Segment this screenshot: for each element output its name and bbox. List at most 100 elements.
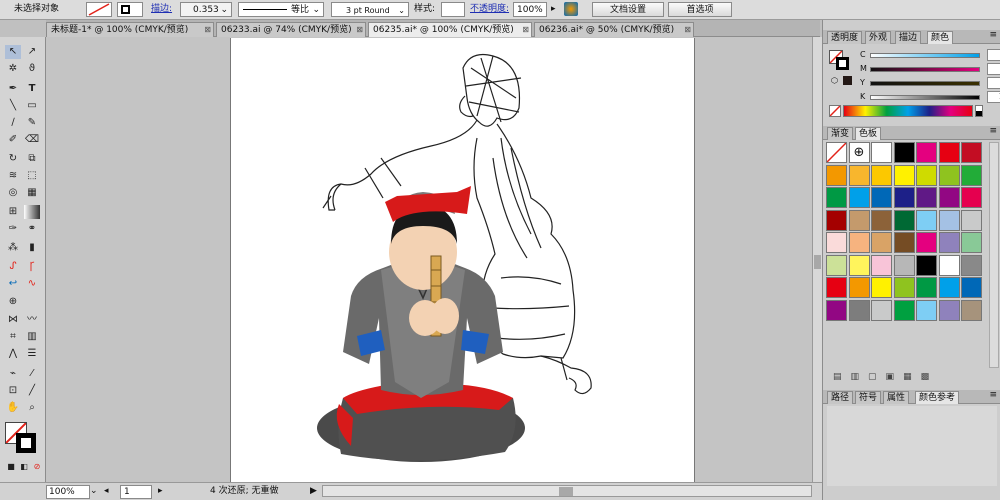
document-setup-button[interactable]: 文档设置: [592, 2, 664, 17]
blob-brush-icon[interactable]: ✐: [5, 133, 21, 147]
color-swatch[interactable]: [938, 232, 960, 253]
color-swatch[interactable]: [826, 164, 847, 186]
color-spectrum-bar[interactable]: [843, 105, 973, 117]
black-slider[interactable]: K100: [860, 91, 1000, 103]
color-swatch[interactable]: [871, 142, 892, 163]
opacity-link[interactable]: 不透明度:: [470, 2, 509, 17]
pipette-icon[interactable]: ⁄: [24, 367, 40, 381]
close-icon[interactable]: ⊠: [684, 23, 691, 37]
swatch-library-icon[interactable]: ▤: [833, 372, 851, 382]
color-swatch[interactable]: [916, 254, 937, 276]
vertical-scrollbar[interactable]: [812, 37, 822, 482]
zoom-icon[interactable]: ⌕: [24, 401, 40, 415]
tab-06235[interactable]: 06235.ai* @ 100% (CMYK/预览) ⊠: [368, 22, 532, 37]
paintbrush-icon[interactable]: ∕: [5, 116, 21, 130]
crop-icon[interactable]: ⊡: [5, 384, 21, 398]
color-swatch[interactable]: [916, 277, 937, 298]
tab-swatches[interactable]: 色板: [855, 127, 882, 140]
color-swatch[interactable]: [961, 164, 982, 186]
swatch-options-icon[interactable]: ▢: [868, 372, 886, 382]
color-swatch[interactable]: [893, 142, 915, 163]
mouth-tool-icon[interactable]: ᔑ: [5, 260, 21, 274]
color-swatch[interactable]: [916, 209, 937, 231]
blend-icon[interactable]: ⚭: [24, 222, 40, 236]
color-swatch[interactable]: ⊕: [848, 142, 870, 163]
symbol-sprayer-icon[interactable]: ⁂: [5, 241, 21, 255]
stroke-weight-field[interactable]: 0.353 ⌄: [180, 2, 232, 17]
magic-wand-icon[interactable]: ✲: [5, 62, 21, 76]
artboard[interactable]: [230, 38, 695, 482]
color-swatch[interactable]: [871, 277, 892, 298]
style-swatch[interactable]: [441, 2, 465, 17]
perspective-icon[interactable]: ▦: [24, 186, 40, 200]
show-kinds-icon[interactable]: ▥: [851, 372, 869, 382]
lasso-icon[interactable]: ϑ: [24, 62, 40, 76]
color-swatch[interactable]: [938, 209, 960, 231]
color-swatch[interactable]: [826, 232, 847, 253]
mesh-icon[interactable]: ⊞: [5, 205, 21, 219]
color-swatch[interactable]: [961, 254, 982, 276]
color-swatch[interactable]: [938, 277, 960, 298]
tab-color[interactable]: 颜色: [927, 31, 954, 44]
selection-tool-icon[interactable]: ↖: [5, 45, 21, 59]
swatch-scrollbar[interactable]: [989, 142, 999, 368]
color-swatch[interactable]: [893, 187, 915, 208]
slice-icon[interactable]: ⋈: [5, 313, 21, 327]
knife-icon[interactable]: ⌁: [5, 367, 21, 381]
next-artboard-icon[interactable]: ▸: [158, 485, 163, 499]
close-icon[interactable]: ⊠: [356, 23, 363, 37]
tab-stroke[interactable]: 描边: [895, 31, 922, 44]
color-swatch[interactable]: [848, 209, 870, 231]
panel-menu-icon[interactable]: ≡: [989, 30, 997, 40]
color-swatch[interactable]: [826, 254, 847, 276]
line-icon[interactable]: ╲: [5, 99, 21, 113]
color-swatch[interactable]: [826, 187, 847, 208]
tab-appearance[interactable]: 外观: [865, 31, 892, 44]
none-color-icon[interactable]: [829, 105, 841, 117]
color-swatch[interactable]: [893, 232, 915, 253]
color-swatch[interactable]: [893, 277, 915, 298]
free-transform-icon[interactable]: ⬚: [24, 169, 40, 183]
color-swatch[interactable]: [826, 209, 847, 231]
shape-builder-icon[interactable]: ◎: [5, 186, 21, 200]
color-swatch[interactable]: [916, 164, 937, 186]
color-swatch[interactable]: [826, 142, 847, 163]
column-graph-icon[interactable]: ▮: [24, 241, 40, 255]
color-swatch[interactable]: [916, 299, 937, 321]
color-swatch[interactable]: [871, 187, 892, 208]
trash-icon[interactable]: ▩: [921, 372, 939, 382]
new-swatch-icon[interactable]: ▦: [903, 372, 921, 382]
color-swatch[interactable]: [961, 187, 982, 208]
tab-untitled[interactable]: 未标题-1* @ 100% (CMYK/预览) ⊠: [46, 22, 214, 37]
new-color-group-icon[interactable]: ▣: [886, 372, 904, 382]
curve-tool-icon[interactable]: Ꞅ: [24, 260, 40, 274]
measure-icon[interactable]: ╱: [24, 384, 40, 398]
warp-icon[interactable]: 〰: [24, 313, 40, 327]
fill-stroke-mini[interactable]: [829, 50, 851, 72]
tab-transparency[interactable]: 透明度: [827, 31, 863, 44]
zoom-field[interactable]: 100%: [46, 485, 90, 499]
yellow-slider[interactable]: Y0: [860, 77, 1000, 89]
color-swatch[interactable]: [916, 187, 937, 208]
tab-attributes[interactable]: 属性: [883, 391, 910, 404]
chevron-right-icon[interactable]: ▶: [310, 485, 317, 499]
scroll-thumb[interactable]: [814, 255, 821, 269]
zigzag-icon[interactable]: ⋀: [5, 347, 21, 361]
color-swatch[interactable]: [893, 164, 915, 186]
list-icon[interactable]: ☰: [24, 347, 40, 361]
color-swatch[interactable]: [893, 299, 915, 321]
type-icon[interactable]: T: [24, 82, 40, 96]
color-swatch[interactable]: [961, 232, 982, 253]
color-swatch[interactable]: [826, 299, 847, 321]
eyedropper-icon[interactable]: ✑: [5, 222, 21, 236]
stroke-swatch[interactable]: [117, 2, 143, 17]
color-swatch[interactable]: [871, 164, 892, 186]
color-swatch[interactable]: [871, 254, 892, 276]
scale-icon[interactable]: ⧉: [24, 152, 40, 166]
gamut-swatch[interactable]: [843, 76, 852, 85]
width-icon[interactable]: ≋: [5, 169, 21, 183]
stroke-link[interactable]: 描边:: [151, 2, 172, 17]
tab-06233[interactable]: 06233.ai @ 74% (CMYK/预览) ⊠: [216, 22, 366, 37]
color-swatch[interactable]: [848, 299, 870, 321]
cyan-slider[interactable]: C0: [860, 49, 1000, 61]
